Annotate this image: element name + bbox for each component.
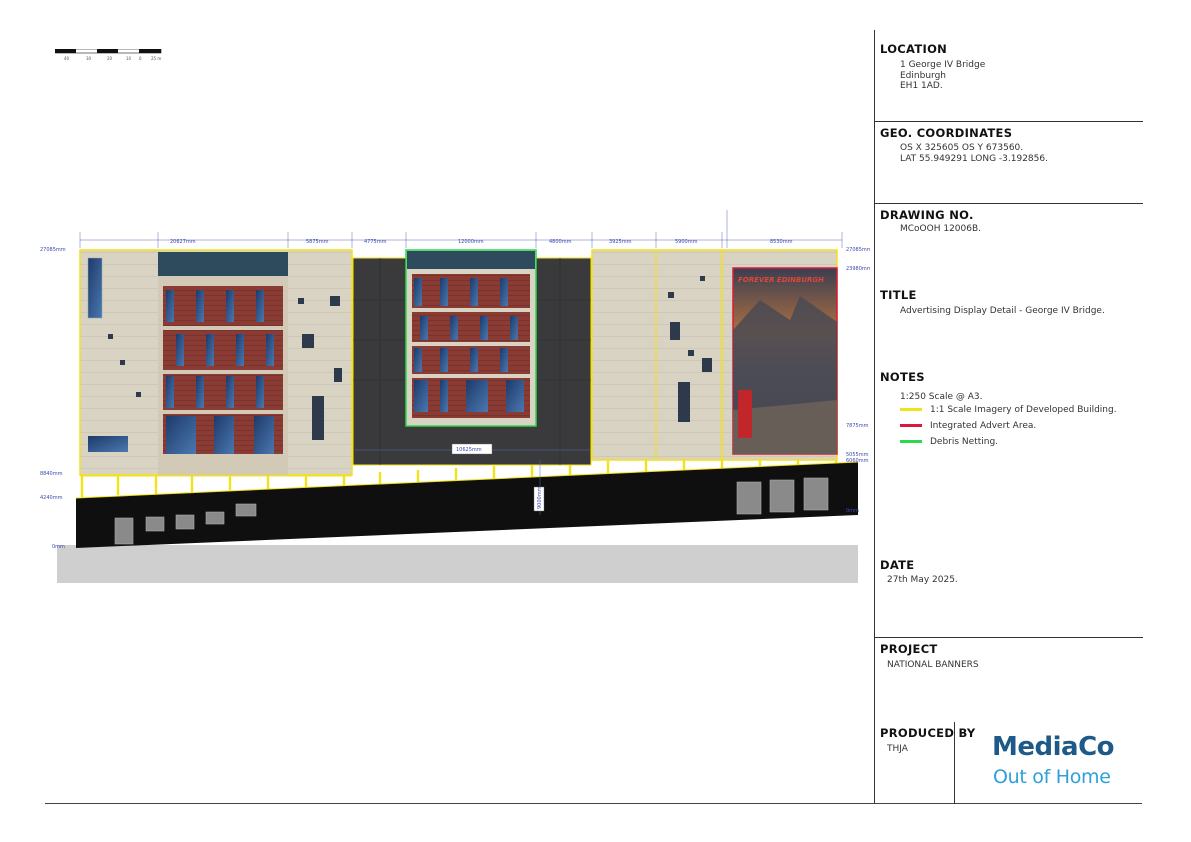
green-swatch bbox=[900, 440, 922, 443]
red-swatch bbox=[900, 424, 922, 427]
legend-item-yellow: 1:1 Scale Imagery of Developed Building. bbox=[900, 405, 1117, 415]
drawing-no-value: MCoOOH 12006B. bbox=[900, 224, 982, 234]
geo-line-2: LAT 55.949291 LONG -3.192856. bbox=[900, 153, 1048, 164]
title-value: Advertising Display Detail - George IV B… bbox=[900, 306, 1105, 316]
title-heading: TITLE bbox=[880, 288, 917, 302]
location-line-3: EH1 1AD. bbox=[900, 81, 943, 91]
produced-by-value: THJA bbox=[887, 744, 908, 754]
date-heading: DATE bbox=[880, 558, 915, 572]
dim-right-0: 27085mm bbox=[846, 247, 870, 253]
yellow-swatch bbox=[900, 408, 922, 411]
divider bbox=[875, 203, 1143, 204]
building-elevation: FOREVER EDINBURGH 20627mm 5875mm 4775mm … bbox=[40, 210, 870, 583]
mediaco-logo-tagline: Out of Home bbox=[993, 766, 1111, 788]
dim-top-2: 4775mm bbox=[364, 239, 387, 245]
dim-right-1: 23980mm bbox=[846, 266, 870, 272]
project-heading: PROJECT bbox=[880, 642, 938, 656]
location-line-2: Edinburgh bbox=[900, 70, 946, 81]
dim-mid-horizontal: 10625mm bbox=[456, 447, 482, 453]
drawing-sheet: 40 30 20 10 0 25 m FOREVER EDINBURGH 206… bbox=[0, 0, 1191, 842]
dim-right-4: 6060mm bbox=[846, 458, 869, 464]
legend-item-green: Debris Netting. bbox=[900, 437, 998, 447]
dim-left-1: 8840mm bbox=[40, 471, 63, 477]
dim-top-6: 5900mm bbox=[675, 239, 698, 245]
location-address: 1 George IV Bridge Edinburgh EH1 1AD. bbox=[900, 60, 985, 92]
dim-left-0: 27085mm bbox=[40, 247, 66, 253]
notes-heading: NOTES bbox=[880, 370, 925, 384]
geo-line-1: OS X 325605 OS Y 673560. bbox=[900, 143, 1024, 153]
location-line-1: 1 George IV Bridge bbox=[900, 60, 986, 70]
legend-label-green: Debris Netting. bbox=[930, 437, 999, 447]
legend-label-yellow: 1:1 Scale Imagery of Developed Building. bbox=[930, 405, 1117, 415]
dim-mid-vertical: 9000mm bbox=[537, 486, 543, 509]
project-value: NATIONAL BANNERS bbox=[887, 660, 979, 670]
location-heading: LOCATION bbox=[880, 42, 948, 56]
divider bbox=[875, 637, 1143, 638]
notes-scale: 1:250 Scale @ A3. bbox=[900, 392, 983, 402]
dim-top-0: 20627mm bbox=[170, 239, 196, 245]
dim-top-5: 3925mm bbox=[609, 239, 632, 245]
legend-item-red: Integrated Advert Area. bbox=[900, 421, 1036, 431]
geo-values: OS X 325605 OS Y 673560. LAT 55.949291 L… bbox=[900, 143, 1048, 164]
divider bbox=[875, 121, 1143, 122]
facade-right bbox=[591, 249, 723, 461]
dim-left-3: 0mm bbox=[52, 544, 65, 550]
mediaco-logo: MediaCo bbox=[992, 732, 1115, 762]
dim-right-2: 7875mm bbox=[846, 423, 869, 429]
dim-top-4: 4800mm bbox=[549, 239, 572, 245]
drawing-no-heading: DRAWING NO. bbox=[880, 208, 974, 222]
title-block-border bbox=[874, 30, 875, 804]
sheet-bottom-border bbox=[45, 803, 1142, 804]
dim-top-7: 8530mm bbox=[770, 239, 793, 245]
advert-headline: FOREVER EDINBURGH bbox=[738, 276, 824, 284]
produced-by-heading: PRODUCED BY bbox=[880, 726, 976, 740]
dim-top-1: 5875mm bbox=[306, 239, 329, 245]
logo-divider bbox=[954, 722, 955, 804]
ground-plane bbox=[57, 545, 858, 583]
dim-right-5: 0mm bbox=[846, 508, 859, 514]
legend-label-red: Integrated Advert Area. bbox=[930, 421, 1037, 431]
dim-left-2: 4240mm bbox=[40, 495, 63, 501]
geo-heading: GEO. COORDINATES bbox=[880, 126, 1013, 140]
date-value: 27th May 2025. bbox=[887, 575, 958, 585]
dim-top-3: 12000mm bbox=[458, 239, 484, 245]
